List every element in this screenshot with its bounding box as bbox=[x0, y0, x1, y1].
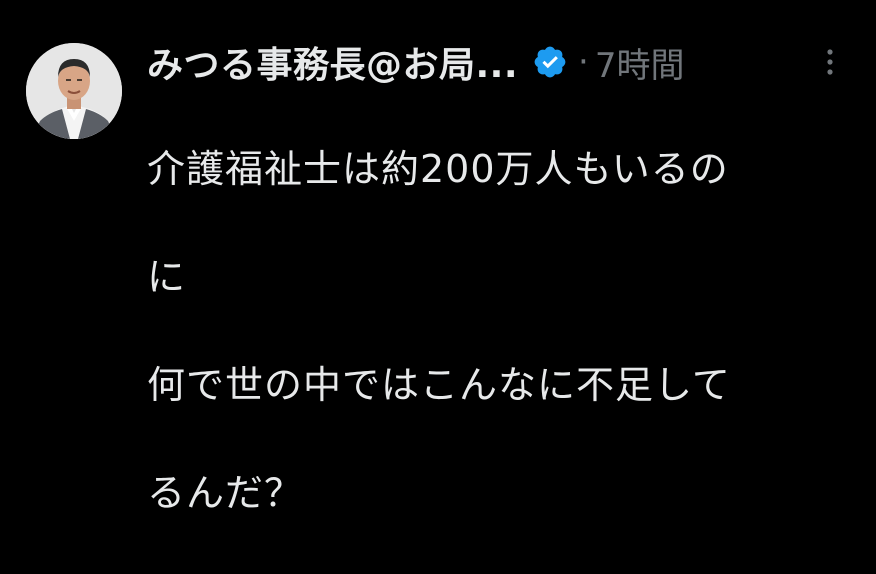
tweet-text-line: に bbox=[147, 255, 187, 299]
more-vertical-icon bbox=[827, 49, 833, 75]
author-avatar[interactable] bbox=[26, 43, 122, 139]
header-separator: · bbox=[578, 42, 589, 82]
profile-photo-icon bbox=[26, 43, 122, 139]
tweet-text: 介護福祉士は約200万人もいるの に 何で世の中ではこんなに不足して るんだ？ bbox=[147, 88, 837, 574]
tweet-text-line: るんだ？ bbox=[147, 471, 304, 515]
tweet-text-line: 何で世の中ではこんなに不足して bbox=[147, 363, 731, 407]
tweet-card[interactable]: みつる事務長@お局... · 7時間 介護福祉士は約200万人もいるの に 何で… bbox=[0, 0, 876, 515]
author-display-name[interactable]: みつる事務長@お局... bbox=[147, 36, 518, 88]
verified-badge-icon bbox=[532, 44, 568, 80]
tweet-timestamp[interactable]: 7時間 bbox=[595, 38, 685, 87]
tweet-header: みつる事務長@お局... · 7時間 bbox=[147, 36, 684, 88]
more-options-button[interactable] bbox=[818, 44, 842, 80]
tweet-text-line: 介護福祉士は約200万人もいるの bbox=[147, 147, 729, 191]
